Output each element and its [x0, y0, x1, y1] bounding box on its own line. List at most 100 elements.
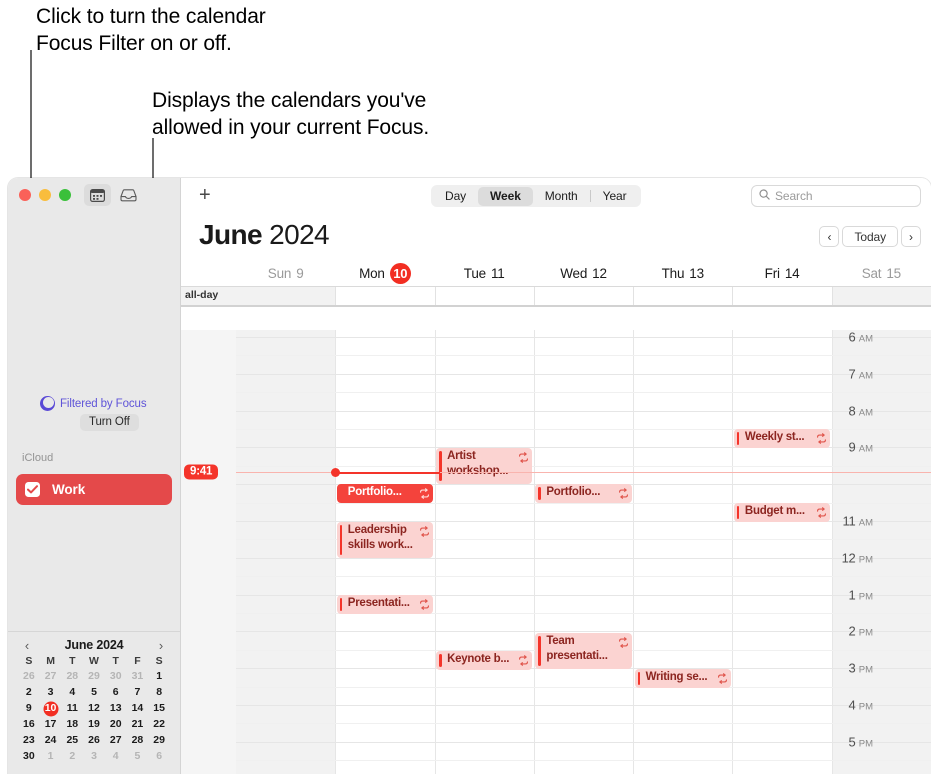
mini-calendar-day[interactable]: 6: [105, 685, 127, 700]
mini-calendar-day[interactable]: 9: [18, 701, 40, 716]
turn-off-focus-button[interactable]: Turn Off: [80, 414, 139, 431]
all-day-cell[interactable]: [335, 287, 434, 305]
calendar-event[interactable]: Portfolio...: [336, 484, 434, 503]
mini-calendar-day[interactable]: 31: [127, 669, 149, 684]
day-header-thu[interactable]: Thu 13: [633, 261, 732, 286]
day-column-thu[interactable]: [633, 330, 732, 774]
calendar-view-icon[interactable]: [84, 184, 111, 206]
day-header-fri[interactable]: Fri 14: [732, 261, 831, 286]
event-color-bar: [538, 487, 541, 500]
mini-calendar-day[interactable]: 6: [148, 749, 170, 764]
mini-calendar-day[interactable]: 19: [83, 717, 105, 732]
mini-calendar-day[interactable]: 29: [83, 669, 105, 684]
all-day-cell[interactable]: [434, 287, 534, 305]
mini-calendar-day[interactable]: 26: [18, 669, 40, 684]
mini-calendar-day[interactable]: 28: [127, 733, 149, 748]
half-hour-gridline: [236, 723, 931, 724]
day-column-tue[interactable]: [434, 330, 534, 774]
mini-calendar-day[interactable]: 25: [61, 733, 83, 748]
day-header-wed[interactable]: Wed 12: [534, 261, 633, 286]
tab-year[interactable]: Year: [591, 187, 639, 206]
minimize-window-button[interactable]: [39, 189, 51, 201]
mini-calendar-day[interactable]: 2: [18, 685, 40, 700]
calendar-event[interactable]: Leadership skills work...: [336, 522, 434, 558]
mini-calendar-day-today[interactable]: 10: [40, 701, 62, 716]
mini-calendar-day[interactable]: 23: [18, 733, 40, 748]
day-header-sat[interactable]: Sat 15: [832, 261, 931, 286]
mini-calendar-day[interactable]: 30: [105, 669, 127, 684]
day-column-wed[interactable]: [533, 330, 633, 774]
mini-calendar-day[interactable]: 5: [127, 749, 149, 764]
calendar-event[interactable]: Team presentati...: [535, 633, 632, 669]
mini-calendar-day[interactable]: 5: [83, 685, 105, 700]
tab-day[interactable]: Day: [433, 187, 478, 206]
all-day-cell[interactable]: [533, 287, 633, 305]
mini-calendar-day[interactable]: 29: [148, 733, 170, 748]
all-day-cell[interactable]: [732, 287, 831, 305]
calendar-event[interactable]: Presentati...: [336, 595, 434, 614]
all-day-cell[interactable]: [633, 287, 732, 305]
day-column-sun[interactable]: [236, 330, 336, 774]
mini-calendar-day[interactable]: 13: [105, 701, 127, 716]
next-week-button[interactable]: ›: [901, 226, 921, 247]
event-color-bar: [439, 451, 442, 481]
repeat-icon: [518, 653, 529, 666]
calendar-event[interactable]: Budget m...: [733, 503, 831, 522]
mini-calendar-day[interactable]: 7: [127, 685, 149, 700]
day-header-mon[interactable]: Mon 10: [335, 261, 434, 286]
mini-calendar-day[interactable]: 15: [148, 701, 170, 716]
tab-month[interactable]: Month: [533, 187, 590, 206]
previous-week-button[interactable]: ‹: [819, 226, 840, 247]
calendar-event[interactable]: Weekly st...: [733, 429, 831, 448]
mini-calendar-day[interactable]: 12: [83, 701, 105, 716]
sidebar-calendar-work[interactable]: Work: [16, 474, 172, 505]
mini-calendar-day[interactable]: 4: [61, 685, 83, 700]
mini-calendar-day[interactable]: 11: [61, 701, 83, 716]
tab-week[interactable]: Week: [478, 186, 533, 206]
calendar-event[interactable]: Portfolio...: [535, 484, 632, 503]
inbox-icon[interactable]: [115, 184, 142, 206]
mini-calendar-day[interactable]: 28: [61, 669, 83, 684]
mini-calendar-day[interactable]: 26: [83, 733, 105, 748]
mini-calendar-day[interactable]: 1: [40, 749, 62, 764]
day-header-sun[interactable]: Sun 9: [236, 261, 335, 286]
mini-calendar-day[interactable]: 27: [105, 733, 127, 748]
mini-calendar-day[interactable]: 24: [40, 733, 62, 748]
mini-calendar-day[interactable]: 20: [105, 717, 127, 732]
mini-calendar-day[interactable]: 1: [148, 669, 170, 684]
day-number-label: 14: [784, 266, 800, 281]
hour-label-7AM: 7 AM: [773, 366, 874, 381]
mini-calendar-day[interactable]: 21: [127, 717, 149, 732]
mini-calendar-day[interactable]: 4: [105, 749, 127, 764]
calendar-checkbox-checked-icon[interactable]: [25, 482, 40, 497]
mini-calendar-day[interactable]: 14: [127, 701, 149, 716]
mini-calendar-next-button[interactable]: ›: [155, 639, 167, 652]
mini-calendar-prev-button[interactable]: ‹: [21, 639, 33, 652]
mini-calendar-day[interactable]: 18: [61, 717, 83, 732]
mini-calendar-day[interactable]: 8: [148, 685, 170, 700]
today-button[interactable]: Today: [842, 226, 898, 247]
zoom-window-button[interactable]: [59, 189, 71, 201]
event-title: Team presentati...: [546, 635, 608, 662]
mini-calendar-day[interactable]: 22: [148, 717, 170, 732]
all-day-cell[interactable]: [236, 287, 336, 305]
all-day-cell[interactable]: [831, 287, 931, 305]
calendar-event[interactable]: Keynote b...: [436, 651, 533, 670]
hour-ampm: AM: [858, 407, 873, 419]
mini-calendar-day[interactable]: 17: [40, 717, 62, 732]
search-field[interactable]: Search: [751, 185, 921, 207]
mini-calendar-day[interactable]: 2: [61, 749, 83, 764]
calendar-event[interactable]: Writing se...: [634, 669, 731, 688]
add-event-button[interactable]: +: [199, 185, 211, 205]
hour-ampm: AM: [858, 517, 873, 529]
search-placeholder: Search: [775, 189, 813, 203]
focus-filter-row[interactable]: Filtered by Focus: [40, 396, 147, 411]
day-header-tue[interactable]: Tue 11: [435, 261, 534, 286]
mini-calendar-day[interactable]: 3: [83, 749, 105, 764]
close-window-button[interactable]: [19, 189, 31, 201]
mini-calendar-day[interactable]: 16: [18, 717, 40, 732]
calendar-event[interactable]: Artist workshop...: [436, 448, 533, 484]
mini-calendar-day[interactable]: 3: [40, 685, 62, 700]
mini-calendar-day[interactable]: 27: [40, 669, 62, 684]
mini-calendar-day[interactable]: 30: [18, 749, 40, 764]
